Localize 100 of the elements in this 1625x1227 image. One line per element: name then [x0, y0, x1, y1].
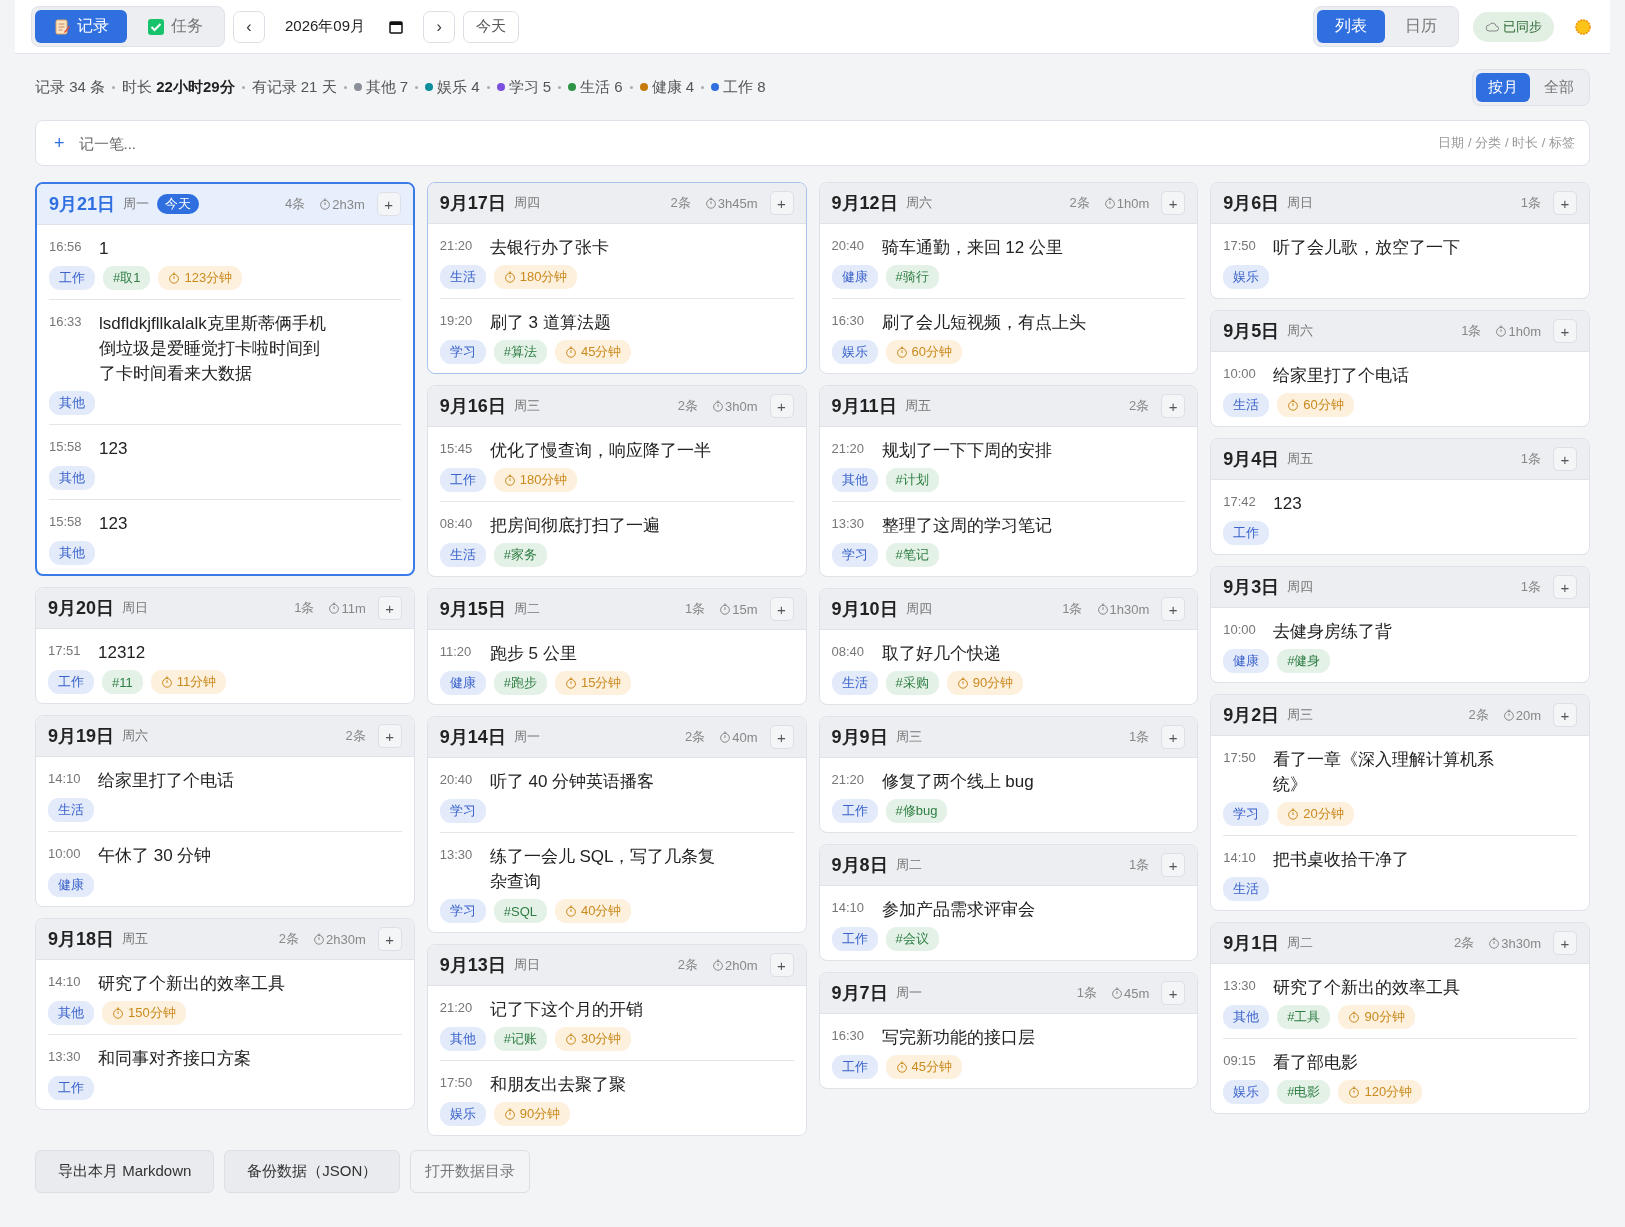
- day-duration: 20m: [1502, 707, 1541, 723]
- day-date: 9月9日: [831, 726, 888, 749]
- add-entry-button[interactable]: +: [1553, 575, 1577, 599]
- day-duration: 3h30m: [1488, 935, 1541, 951]
- add-entry-button[interactable]: +: [377, 927, 402, 951]
- next-month-button[interactable]: ›: [423, 10, 456, 43]
- mode-tab[interactable]: 记录: [35, 10, 127, 43]
- hashtag-tag: #SQL: [493, 899, 547, 923]
- add-entry-button[interactable]: +: [769, 191, 794, 215]
- category-tag: 娱乐: [1223, 1080, 1270, 1104]
- entry-text: lsdfldkjfllkalalk克里斯蒂俩手机倒垃圾是爱睡觉打卡啦时间到了卡时间看来大数据: [99, 313, 327, 385]
- entry-time: 15:45: [439, 440, 474, 458]
- add-entry-button[interactable]: +: [377, 724, 402, 748]
- add-entry-button[interactable]: +: [769, 597, 794, 621]
- duration-tag: 123分钟: [158, 266, 243, 290]
- day-date: 9月3日: [1223, 576, 1280, 599]
- mode-tab[interactable]: 任务: [129, 10, 221, 43]
- entry-time: 16:30: [831, 312, 866, 330]
- day-date: 9月12日: [831, 192, 898, 215]
- add-entry-button[interactable]: +: [1553, 447, 1577, 471]
- category-tag: 其他: [1223, 1005, 1270, 1029]
- add-entry-button[interactable]: +: [1553, 703, 1577, 727]
- entry-count: 1条: [1076, 984, 1097, 1002]
- day-date: 9月5日: [1223, 320, 1280, 343]
- entry-time: 10:00: [48, 845, 82, 863]
- entry-time: 16:56: [49, 238, 83, 256]
- weekday-label: 周五: [904, 397, 931, 415]
- weekday-label: 周五: [122, 930, 149, 948]
- footer-button[interactable]: 打开数据目录: [410, 1150, 531, 1193]
- text-input[interactable]: 记一笔...: [76, 133, 1427, 153]
- entry-time: 15:58: [49, 513, 83, 531]
- hashtag-tag: #计划: [885, 468, 939, 492]
- hashtag-tag: #取1: [103, 266, 151, 290]
- stopwatch-icon: [160, 676, 173, 688]
- stopwatch-icon: [503, 474, 516, 486]
- today-button[interactable]: 今天: [463, 10, 520, 43]
- add-entry-button[interactable]: +: [1161, 597, 1186, 621]
- today-badge: 今天: [157, 194, 200, 214]
- hashtag-tag: #修bug: [885, 799, 948, 823]
- scope-tab[interactable]: 全部: [1532, 72, 1586, 102]
- add-entry-button[interactable]: +: [376, 192, 401, 216]
- previous-month-button[interactable]: ‹: [233, 10, 265, 43]
- add-entry-button[interactable]: +: [769, 725, 794, 749]
- entry-text: 优化了慢查询，响应降了一半: [489, 440, 712, 462]
- day-duration: 15m: [719, 601, 758, 617]
- category-count: 健康 4: [651, 77, 695, 97]
- day-duration: 2h30m: [313, 931, 366, 947]
- stopwatch-icon: [112, 1007, 124, 1019]
- hashtag-tag: #跑步: [493, 671, 547, 695]
- entry-time: 21:20: [439, 999, 474, 1017]
- add-entry-button[interactable]: +: [1161, 394, 1186, 418]
- day-date: 9月7日: [831, 982, 888, 1005]
- category-tag: 工作: [48, 670, 94, 694]
- category-count: 娱乐 4: [437, 77, 480, 97]
- entry-text: 骑车通勤，来回 12 公里: [881, 237, 1064, 259]
- add-entry-button[interactable]: +: [769, 394, 794, 418]
- stopwatch-icon: [1096, 603, 1109, 615]
- hashtag-tag: #会议: [885, 927, 939, 951]
- add-entry-button[interactable]: +: [377, 596, 402, 620]
- stopwatch-icon: [503, 271, 516, 283]
- view-tab[interactable]: 日历: [1387, 10, 1455, 43]
- entry-count: 2条: [278, 930, 299, 948]
- category-tag: 工作: [831, 1055, 878, 1079]
- quick-add-field[interactable]: + 记一笔... 日期 / 分类 / 时长 / 标签: [35, 120, 1590, 166]
- duration-tag: 30分钟: [555, 1027, 632, 1051]
- entry-time: 17:50: [1223, 237, 1257, 255]
- day-date: 9月16日: [439, 395, 506, 418]
- category-count: 学习 5: [508, 77, 552, 97]
- add-entry-button[interactable]: +: [1553, 931, 1577, 955]
- entry-time: 13:30: [439, 846, 474, 864]
- add-entry-button[interactable]: +: [1553, 191, 1577, 215]
- entry-count: 1条: [1129, 856, 1150, 874]
- hashtag-tag: #电影: [1277, 1080, 1331, 1104]
- weekday-label: 周四: [1287, 578, 1314, 596]
- stopwatch-icon: [895, 346, 908, 358]
- add-entry-button[interactable]: +: [1161, 853, 1186, 877]
- stopwatch-icon: [503, 1108, 516, 1120]
- view-tab[interactable]: 列表: [1317, 10, 1385, 43]
- weekday-label: 周五: [1287, 450, 1314, 468]
- category-tag: 其他: [49, 466, 95, 490]
- day-duration: 11m: [328, 600, 366, 616]
- stopwatch-icon: [313, 933, 325, 945]
- category-tag: 其他: [439, 1027, 486, 1051]
- add-entry-button[interactable]: +: [769, 953, 794, 977]
- add-entry-button[interactable]: +: [1553, 319, 1577, 343]
- category-tag: 生活: [1223, 393, 1270, 417]
- stopwatch-icon: [565, 1033, 577, 1045]
- category-tag: 健康: [1223, 649, 1270, 673]
- footer-button[interactable]: 备份数据（JSON）: [224, 1150, 401, 1193]
- scope-tab[interactable]: 按月: [1476, 72, 1530, 102]
- entry-time: 13:30: [1223, 977, 1257, 995]
- cloud-icon: [1485, 20, 1499, 33]
- add-entry-button[interactable]: +: [1161, 981, 1186, 1005]
- add-entry-button[interactable]: +: [1161, 725, 1186, 749]
- footer-button[interactable]: 导出本月 Markdown: [35, 1150, 215, 1193]
- entry-count: 1条: [1062, 600, 1083, 618]
- hashtag-tag: #采购: [885, 671, 939, 695]
- add-entry-button[interactable]: +: [1161, 191, 1186, 215]
- month-picker[interactable]: 2026年09月: [273, 17, 416, 36]
- category-tag: 学习: [439, 799, 486, 823]
